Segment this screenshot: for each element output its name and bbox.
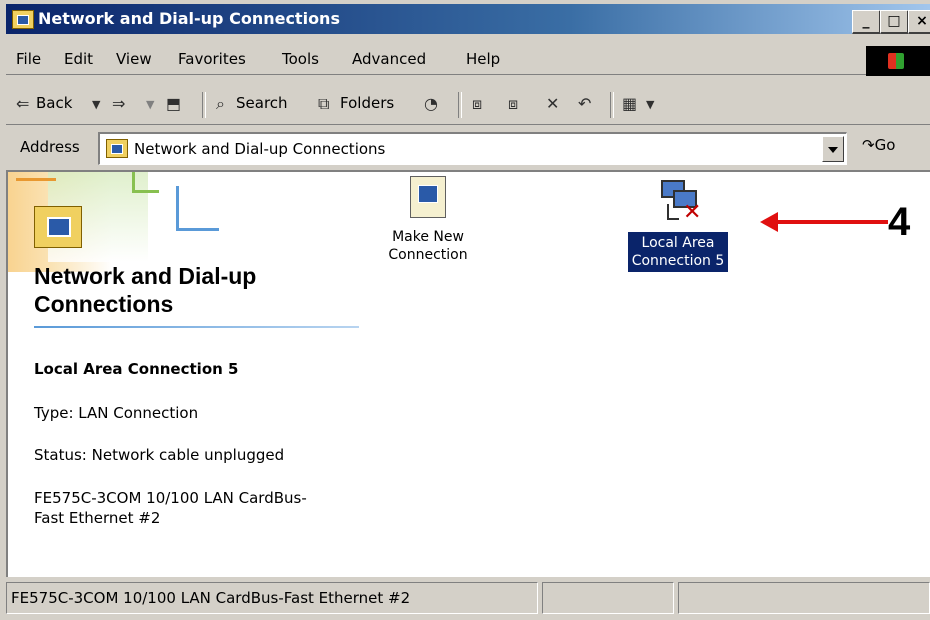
address-dropdown-icon[interactable] — [822, 136, 844, 162]
banner-decoration — [132, 172, 159, 193]
selected-item-name: Local Area Connection 5 — [34, 360, 239, 378]
address-field[interactable]: Network and Dial-up Connections — [98, 132, 847, 165]
views-dropdown-icon[interactable]: ▼ — [646, 98, 654, 111]
toolbar-separator — [202, 92, 206, 118]
menu-tools[interactable]: Tools — [282, 50, 319, 68]
make-new-connection-icon — [410, 176, 446, 218]
annotation-arrow — [772, 220, 888, 224]
network-folder-icon — [106, 139, 128, 158]
toolbar-separator — [610, 92, 614, 118]
search-icon[interactable]: ⌕ — [216, 94, 225, 114]
lan-connection-disconnected-icon: ✕ — [653, 176, 703, 226]
banner-decoration — [16, 178, 56, 181]
back-arrow-icon[interactable]: ⇐ — [16, 94, 29, 113]
go-arrow-icon: ↷ — [862, 136, 875, 154]
move-to-icon[interactable]: ⧈ — [472, 94, 482, 114]
up-folder-icon[interactable]: ⬒ — [166, 94, 181, 113]
go-button[interactable]: ↷Go — [862, 136, 895, 154]
go-label: Go — [874, 136, 896, 154]
folders-icon[interactable]: ⧉ — [318, 94, 329, 114]
delete-icon[interactable]: ✕ — [546, 94, 559, 113]
folders-button[interactable]: Folders — [340, 94, 394, 112]
status-pane — [678, 582, 930, 614]
item-label: Make New Connection — [388, 229, 468, 263]
menu-advanced[interactable]: Advanced — [352, 50, 426, 68]
network-folder-icon — [34, 206, 82, 248]
back-dropdown-icon[interactable]: ▼ — [92, 98, 100, 111]
menu-view[interactable]: View — [116, 50, 152, 68]
status-bar: FE575C-3COM 10/100 LAN CardBus-Fast Ethe… — [6, 578, 930, 620]
title-bar[interactable]: Network and Dial-up Connections _ □ × — [6, 4, 930, 34]
page-title: Network and Dial-up Connections — [34, 263, 257, 317]
maximize-button[interactable]: □ — [880, 10, 909, 34]
menu-help[interactable]: Help — [466, 50, 500, 68]
window-title: Network and Dial-up Connections — [38, 9, 340, 28]
device-name: FE575C-3COM 10/100 LAN CardBus- Fast Eth… — [34, 489, 307, 527]
address-value[interactable]: Network and Dial-up Connections — [134, 140, 385, 158]
toolbar: ⇐ Back ▼ ⇒ ▼ ⬒ ⌕ Search ⧉ Folders ◔ ⧈ ⧈ … — [6, 84, 930, 125]
back-button[interactable]: Back — [36, 94, 72, 112]
status-text: FE575C-3COM 10/100 LAN CardBus-Fast Ethe… — [11, 589, 411, 607]
history-icon[interactable]: ◔ — [424, 94, 438, 113]
toolbar-separator — [458, 92, 462, 118]
address-bar: Address Network and Dial-up Connections … — [6, 128, 930, 168]
menu-bar: File Edit View Favorites Tools Advanced … — [6, 42, 930, 75]
close-button[interactable]: × — [908, 10, 930, 34]
banner-decoration — [176, 186, 219, 231]
address-label: Address — [20, 138, 80, 156]
minimize-button[interactable]: _ — [852, 10, 881, 34]
annotation-callout: 4 — [888, 200, 911, 244]
menu-edit[interactable]: Edit — [64, 50, 93, 68]
make-new-connection-item[interactable]: Make New Connection — [368, 176, 488, 264]
undo-icon[interactable]: ↶ — [578, 94, 591, 113]
menu-favorites[interactable]: Favorites — [178, 50, 246, 68]
folder-view: Network and Dial-up Connections Local Ar… — [6, 170, 930, 577]
title-divider — [34, 326, 359, 328]
menu-file[interactable]: File — [16, 50, 41, 68]
status-pane — [542, 582, 674, 614]
windows-logo-icon — [866, 46, 930, 76]
search-button[interactable]: Search — [236, 94, 288, 112]
forward-arrow-icon[interactable]: ⇒ — [112, 94, 125, 113]
item-label-selected: Local Area Connection 5 — [627, 232, 729, 272]
copy-to-icon[interactable]: ⧈ — [508, 94, 518, 114]
local-area-connection-item[interactable]: ✕ Local Area Connection 5 — [608, 176, 748, 272]
network-folder-icon — [12, 10, 34, 29]
explorer-window: Network and Dial-up Connections _ □ × Fi… — [0, 0, 930, 620]
views-icon[interactable]: ▦ — [622, 94, 637, 113]
forward-dropdown-icon[interactable]: ▼ — [146, 98, 154, 111]
status-pane-main: FE575C-3COM 10/100 LAN CardBus-Fast Ethe… — [6, 582, 538, 614]
connection-status: Status: Network cable unplugged — [34, 446, 285, 464]
connection-type: Type: LAN Connection — [34, 404, 199, 422]
